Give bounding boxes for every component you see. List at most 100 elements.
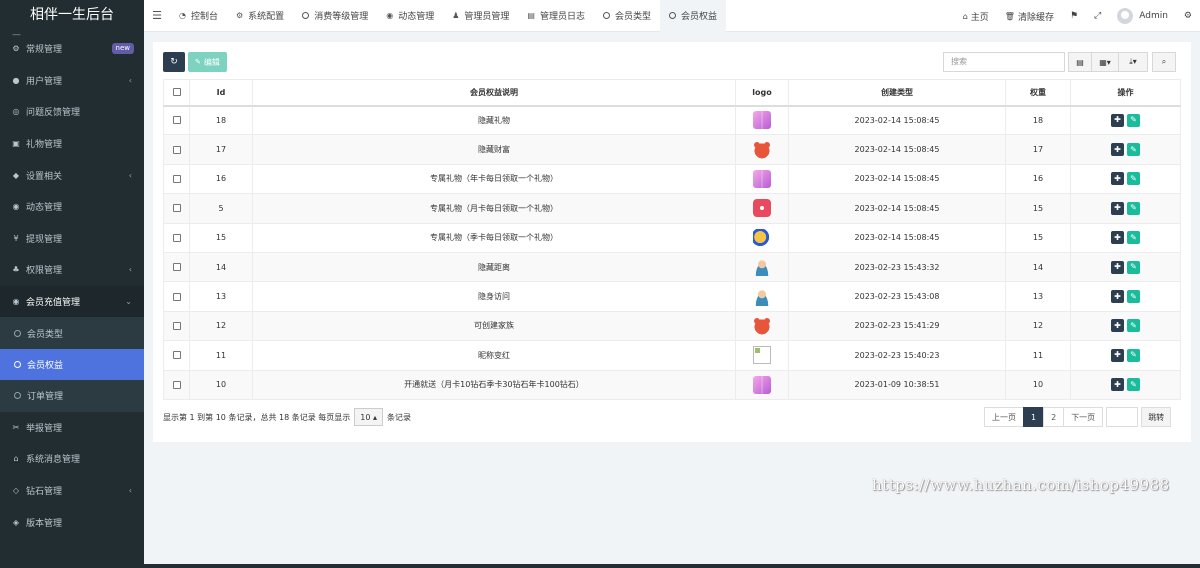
row-checkbox[interactable] [172, 321, 181, 330]
sidebar-item[interactable]: ▣ 礼物管理 [0, 128, 144, 160]
clear-cache-button[interactable]: 🗑 清除缓存 [997, 10, 1062, 23]
logo-image[interactable] [753, 111, 771, 130]
select-all-checkbox[interactable] [172, 88, 181, 97]
edit-icon[interactable]: ✎ [1127, 290, 1140, 304]
sidebar-subitem[interactable]: 会员类型 [0, 317, 144, 349]
jump-button[interactable]: 跳转 [1141, 407, 1172, 427]
page-1-button[interactable]: 1 [1023, 407, 1045, 427]
sidebar-item[interactable]: ⚙ 常规管理 new [0, 33, 144, 65]
logo-image[interactable] [753, 199, 771, 218]
refresh-button[interactable]: ↻ [163, 52, 185, 72]
jump-page-input[interactable] [1106, 407, 1139, 427]
tab[interactable]: 会员类型 [594, 0, 660, 32]
logo-image[interactable] [753, 258, 771, 277]
add-icon[interactable]: ✚ [1111, 290, 1124, 304]
table-row[interactable]: 13 隐身访问 2023-02-23 15:43:08 13 ✚ ✎ [163, 281, 1181, 312]
row-select-cell[interactable] [163, 369, 190, 400]
sidebar-subitem[interactable]: 会员权益 [0, 348, 144, 381]
language-button[interactable]: ⚑ [1062, 11, 1086, 21]
table-row[interactable]: 15 专属礼物（季卡每日领取一个礼物） 2023-02-14 15:08:45 15 ✚… [163, 222, 1181, 253]
tab[interactable]: 消费等级管理 [293, 0, 377, 32]
row-checkbox[interactable] [172, 380, 181, 389]
row-checkbox[interactable] [172, 233, 181, 242]
sidebar-item[interactable]: ◎ 问题反馈管理 [0, 96, 144, 128]
table-row[interactable]: 5 专属礼物（月卡每日领取一个礼物） 2023-02-14 15:08:45 15 ✚ ✎ [163, 193, 1181, 224]
add-icon[interactable]: ✚ [1111, 348, 1124, 362]
row-checkbox[interactable] [172, 292, 181, 301]
table-row[interactable]: 18 隐藏礼物 2023-02-14 15:08:45 18 ✚ ✎ [163, 104, 1181, 136]
row-select-cell[interactable] [163, 251, 190, 283]
sidebar-subitem[interactable]: 订单管理 [0, 380, 144, 412]
row-select-cell[interactable] [163, 222, 190, 253]
hamburger-icon[interactable]: ☰ [144, 9, 170, 22]
edit-icon[interactable]: ✎ [1127, 378, 1140, 392]
logo-image[interactable] [753, 375, 771, 394]
logo-image[interactable] [753, 169, 771, 188]
row-select-cell[interactable] [163, 104, 190, 136]
edit-button[interactable]: ✎ 编辑 [188, 52, 227, 72]
add-icon[interactable]: ✚ [1111, 172, 1124, 186]
export-button[interactable]: ⤓▾ [1118, 52, 1148, 72]
add-icon[interactable]: ✚ [1111, 378, 1124, 392]
row-checkbox[interactable] [172, 116, 181, 125]
sidebar-item[interactable]: ¥ 提现管理 [0, 223, 144, 255]
tab[interactable]: ◔ 控制台 [170, 0, 227, 32]
edit-icon[interactable]: ✎ [1127, 172, 1140, 186]
row-checkbox[interactable] [172, 263, 181, 272]
logo-image[interactable] [753, 316, 771, 335]
logo-image[interactable] [753, 140, 771, 159]
search-input[interactable]: 搜索 [943, 52, 1065, 72]
page-2-button[interactable]: 2 [1043, 407, 1065, 427]
row-checkbox[interactable] [172, 204, 181, 213]
add-icon[interactable]: ✚ [1111, 143, 1124, 157]
add-icon[interactable]: ✚ [1111, 231, 1124, 245]
row-checkbox[interactable] [172, 174, 181, 183]
col-header[interactable]: 会员权益说明 [252, 79, 736, 107]
sidebar-item[interactable]: ◇ 钻石管理 ‹ [0, 475, 144, 507]
table-row[interactable]: 14 隐藏距离 2023-02-23 15:43:32 14 ✚ ✎ [163, 251, 1181, 283]
row-checkbox[interactable] [172, 145, 181, 154]
row-select-cell[interactable] [163, 310, 190, 342]
row-checkbox[interactable] [172, 351, 181, 360]
columns-button[interactable]: ▦▾ [1091, 52, 1119, 72]
sidebar-item[interactable]: ◉ 动态管理 [0, 191, 144, 223]
col-header[interactable]: Id [189, 79, 253, 107]
next-page-button[interactable]: 下一页 [1063, 407, 1104, 427]
add-icon[interactable]: ✚ [1111, 319, 1124, 333]
edit-icon[interactable]: ✎ [1127, 143, 1140, 157]
fullscreen-button[interactable]: ⤢ [1086, 11, 1109, 21]
sidebar-item[interactable]: ⌂ 系统消息管理 [0, 443, 144, 475]
tab[interactable]: ◉ 动态管理 [377, 0, 443, 32]
sidebar-item[interactable]: ◈ 版本管理 [0, 506, 144, 538]
add-icon[interactable]: ✚ [1111, 201, 1124, 215]
add-icon[interactable]: ✚ [1111, 260, 1124, 274]
edit-icon[interactable]: ✎ [1127, 260, 1140, 274]
col-header[interactable]: 创建类型 [788, 79, 1006, 107]
sidebar-item[interactable]: ● 用户管理 ‹ [0, 65, 144, 97]
prev-page-button[interactable]: 上一页 [984, 407, 1024, 427]
edit-icon[interactable]: ✎ [1127, 319, 1140, 333]
row-select-cell[interactable] [163, 281, 190, 312]
page-size-select[interactable]: 10 ▴ [354, 408, 383, 426]
sidebar-item[interactable]: ◆ 设置相关 ‹ [0, 159, 144, 191]
tab[interactable]: ♟ 管理员管理 [443, 0, 518, 32]
tab[interactable]: ▤ 管理员日志 [518, 0, 594, 32]
logo-image[interactable] [753, 346, 771, 365]
toggle-view-button[interactable]: ▤ [1068, 52, 1092, 72]
home-link[interactable]: ⌂ 主页 [955, 10, 997, 23]
table-row[interactable]: 10 开通就送（月卡10钻石季卡30钻石年卡100钻石） 2023-01-09 10… [163, 369, 1181, 400]
edit-icon[interactable]: ✎ [1127, 231, 1140, 245]
user-menu[interactable]: Admin [1109, 8, 1176, 24]
sidebar-item[interactable]: ◉ 会员充值管理 ⌄ [0, 285, 144, 318]
advanced-search-button[interactable]: ⌕ [1152, 52, 1176, 72]
row-select-cell[interactable] [163, 163, 190, 195]
logo-image[interactable] [753, 228, 771, 247]
edit-icon[interactable]: ✎ [1127, 201, 1140, 215]
row-select-cell[interactable] [163, 193, 190, 224]
select-all-cell[interactable] [163, 79, 190, 107]
add-icon[interactable]: ✚ [1111, 113, 1124, 127]
col-header[interactable]: logo [735, 79, 789, 107]
row-select-cell[interactable] [163, 134, 190, 165]
sidebar-item[interactable]: ✂ 举报管理 [0, 412, 144, 444]
table-row[interactable]: 17 隐藏财富 2023-02-14 15:08:45 17 ✚ ✎ [163, 134, 1181, 165]
